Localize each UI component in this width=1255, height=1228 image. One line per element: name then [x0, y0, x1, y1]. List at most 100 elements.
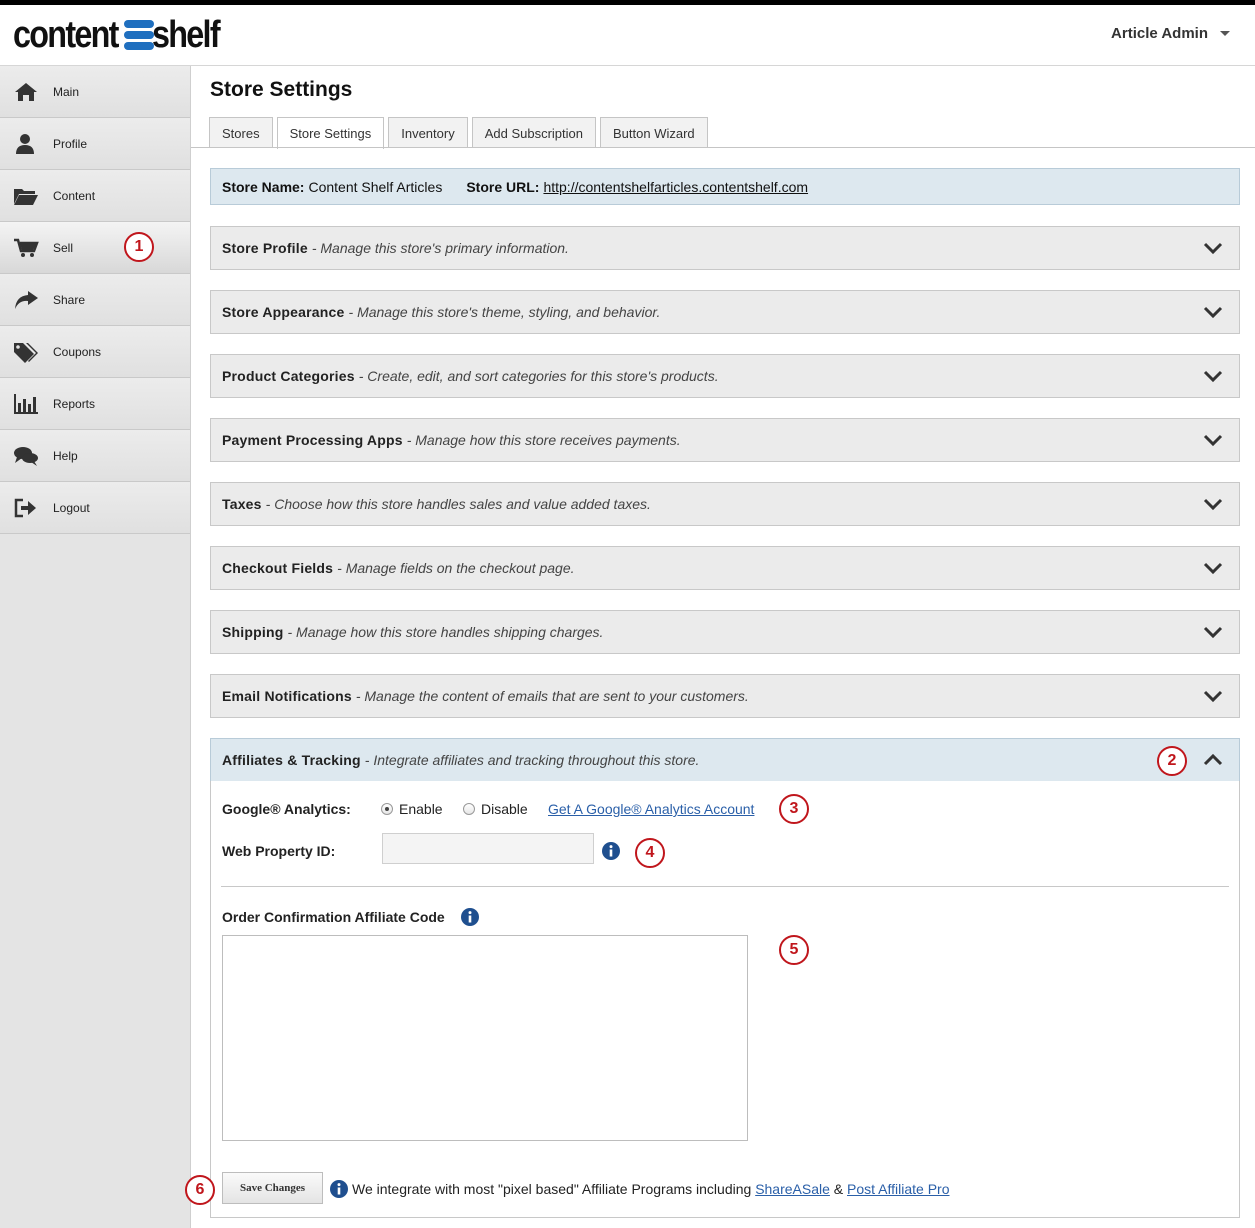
callout-marker-4: 4	[635, 838, 665, 868]
chat-bubbles-icon	[14, 446, 38, 466]
panel-title: Store Profile	[222, 240, 308, 256]
panel-description: - Manage the content of emails that are …	[355, 688, 749, 704]
radio-disable-dot[interactable]	[463, 803, 475, 815]
sidebar-item-share[interactable]: Share	[0, 274, 190, 326]
panel-description: - Manage how this store receives payment…	[406, 432, 681, 448]
app-header: content shelf Article Admin	[0, 5, 1255, 66]
info-icon[interactable]	[461, 908, 479, 926]
info-icon	[330, 1180, 348, 1198]
sidebar-item-reports[interactable]: Reports	[0, 378, 190, 430]
panel-shipping[interactable]: Shipping - Manage how this store handles…	[210, 610, 1240, 654]
section-divider	[221, 886, 1229, 887]
tab-button-wizard[interactable]: Button Wizard	[600, 117, 708, 148]
info-icon[interactable]	[602, 842, 620, 860]
panel-product-categories[interactable]: Product Categories - Create, edit, and s…	[210, 354, 1240, 398]
web-property-id-label: Web Property ID:	[222, 843, 336, 859]
tab-bar: Stores Store Settings Inventory Add Subs…	[209, 117, 708, 149]
sidebar-item-label: Logout	[53, 500, 90, 515]
sidebar-item-sell[interactable]: Sell	[0, 222, 190, 274]
shareasale-link[interactable]: ShareASale	[755, 1181, 830, 1197]
radio-disable[interactable]: Disable	[463, 801, 528, 817]
post-affiliate-pro-link[interactable]: Post Affiliate Pro	[847, 1181, 949, 1197]
panel-taxes[interactable]: Taxes - Choose how this store handles sa…	[210, 482, 1240, 526]
callout-marker-3: 3	[779, 794, 809, 824]
radio-disable-label: Disable	[481, 801, 528, 817]
sidebar-item-label: Main	[53, 84, 80, 99]
chevron-down-icon[interactable]	[1203, 432, 1223, 448]
callout-marker-2: 2	[1157, 746, 1187, 776]
tab-stores[interactable]: Stores	[209, 117, 273, 148]
sidebar-item-label: Content	[53, 188, 96, 203]
chevron-down-icon[interactable]	[1203, 560, 1223, 576]
home-icon	[15, 82, 37, 101]
tab-add-subscription[interactable]: Add Subscription	[471, 117, 596, 148]
chevron-up-icon[interactable]	[1203, 752, 1223, 768]
panel-email-notifications[interactable]: Email Notifications - Manage the content…	[210, 674, 1240, 718]
sidebar-item-coupons[interactable]: Coupons	[0, 326, 190, 378]
radio-enable-dot[interactable]	[381, 803, 393, 815]
tabs-divider	[191, 147, 1255, 148]
panel-affiliates-tracking[interactable]: Affiliates & Tracking - Integrate affili…	[210, 738, 1240, 782]
tags-icon	[14, 342, 38, 363]
panel-store-profile[interactable]: Store Profile - Manage this store's prim…	[210, 226, 1240, 270]
panel-title: Taxes	[222, 496, 262, 512]
sidebar-item-label: Coupons	[53, 344, 102, 359]
panel-description: - Manage this store's primary informatio…	[311, 240, 569, 256]
chevron-down-icon[interactable]	[1203, 624, 1223, 640]
order-confirmation-code-textarea[interactable]	[222, 935, 748, 1141]
contentshelf-logo[interactable]: content shelf	[13, 14, 231, 56]
radio-enable-label: Enable	[399, 801, 443, 817]
panel-title: Payment Processing Apps	[222, 432, 403, 448]
sidebar-nav: Main Profile Content Sell Share Coupons …	[0, 66, 191, 1228]
panel-title: Product Categories	[222, 368, 355, 384]
chevron-down-icon[interactable]	[1203, 688, 1223, 704]
google-analytics-label: Google® Analytics:	[222, 801, 351, 817]
logout-icon	[14, 498, 36, 517]
bar-chart-icon	[14, 393, 38, 414]
sidebar-item-label: Share	[53, 292, 86, 307]
radio-enable[interactable]: Enable	[381, 801, 443, 817]
store-url-link[interactable]: http://contentshelfarticles.contentshelf…	[543, 179, 808, 195]
panel-title: Checkout Fields	[222, 560, 334, 576]
panel-store-appearance[interactable]: Store Appearance - Manage this store's t…	[210, 290, 1240, 334]
sidebar-item-main[interactable]: Main	[0, 66, 190, 118]
affiliate-footnote: We integrate with most "pixel based" Aff…	[330, 1180, 950, 1198]
sidebar-item-content[interactable]: Content	[0, 170, 190, 222]
store-url-label: Store URL:	[466, 178, 540, 195]
main-content: Store Settings Stores Store Settings Inv…	[191, 66, 1255, 1228]
sidebar-item-profile[interactable]: Profile	[0, 118, 190, 170]
panel-description: - Create, edit, and sort categories for …	[358, 368, 719, 384]
panel-payment-processing-apps[interactable]: Payment Processing Apps - Manage how thi…	[210, 418, 1240, 462]
user-menu-label: Article Admin	[1111, 25, 1208, 42]
footnote-ampersand: &	[833, 1181, 844, 1197]
person-icon	[16, 133, 34, 154]
sidebar-item-help[interactable]: Help	[0, 430, 190, 482]
affiliates-tracking-body: Google® Analytics: Enable Disable Get A …	[210, 781, 1240, 1218]
logo-stack-icon	[124, 20, 155, 50]
callout-marker-1: 1	[124, 232, 154, 262]
store-name-value: Content Shelf Articles	[308, 178, 443, 195]
chevron-down-icon[interactable]	[1203, 368, 1223, 384]
get-google-analytics-link[interactable]: Get A Google® Analytics Account	[548, 801, 754, 817]
panel-description: - Manage this store's theme, styling, an…	[348, 304, 661, 320]
chevron-down-icon[interactable]	[1203, 496, 1223, 512]
store-info-bar: Store Name: Content Shelf Articles Store…	[210, 168, 1240, 205]
panel-description: - Manage fields on the checkout page.	[337, 560, 575, 576]
save-changes-button[interactable]: Save Changes	[222, 1172, 323, 1204]
tab-inventory[interactable]: Inventory	[388, 117, 468, 148]
panel-checkout-fields[interactable]: Checkout Fields - Manage fields on the c…	[210, 546, 1240, 590]
chevron-down-icon[interactable]	[1203, 240, 1223, 256]
panel-title: Affiliates & Tracking	[222, 752, 361, 768]
tab-store-settings[interactable]: Store Settings	[276, 117, 385, 149]
order-confirmation-code-label: Order Confirmation Affiliate Code	[222, 909, 445, 925]
panel-title: Shipping	[222, 624, 284, 640]
callout-marker-6: 6	[185, 1175, 215, 1205]
panel-description: - Manage how this store handles shipping…	[287, 624, 604, 640]
web-property-id-input[interactable]	[382, 833, 594, 864]
sidebar-item-label: Reports	[53, 396, 96, 411]
page-title: Store Settings	[210, 78, 353, 101]
user-menu[interactable]: Article Admin	[1111, 25, 1230, 42]
chevron-down-icon[interactable]	[1203, 304, 1223, 320]
sidebar-item-logout[interactable]: Logout	[0, 482, 190, 534]
share-arrow-icon	[15, 290, 38, 309]
